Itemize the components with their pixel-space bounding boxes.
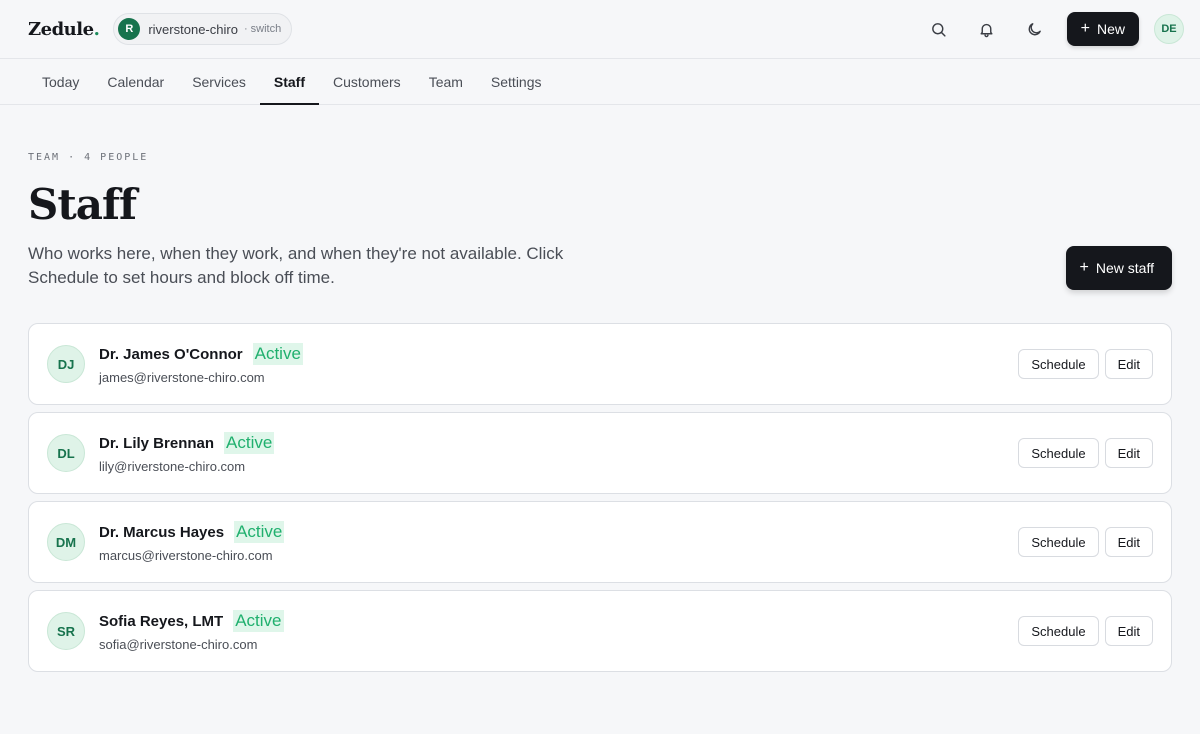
app-logo[interactable]: Zedule. [28,18,100,40]
new-button-label: New [1096,21,1125,37]
staff-name: Dr. James O'Connor [99,345,243,363]
staff-actions: Schedule Edit [1012,413,1153,493]
tab-today[interactable]: Today [28,59,93,104]
staff-actions: Schedule Edit [1012,591,1153,671]
staff-row: SR Sofia Reyes, LMT Active sofia@riverst… [28,590,1172,672]
edit-button[interactable]: Edit [1104,616,1153,646]
staff-name: Dr. Lily Brennan [99,434,215,452]
staff-name: Dr. Marcus Hayes [99,523,225,541]
tab-services[interactable]: Services [178,59,260,104]
top-bar-actions: + New DE [909,0,1184,58]
search-button[interactable] [921,11,957,47]
tab-team[interactable]: Team [415,59,477,104]
status-badge: Active [224,432,275,454]
schedule-button[interactable]: Schedule [1018,349,1099,379]
org-switcher[interactable]: R riverstone-chiro · switch [113,13,293,45]
top-bar: Zedule. R riverstone-chiro · switch + Ne… [0,0,1200,58]
user-avatar[interactable]: DE [1154,14,1184,44]
tab-staff[interactable]: Staff [259,59,320,105]
staff-info: Dr. Marcus Hayes Active marcus@riverston… [99,521,285,563]
status-badge: Active [234,521,285,543]
plus-icon: + [1079,259,1089,276]
staff-email: marcus@riverstone-chiro.com [99,548,273,563]
staff-info: Dr. Lily Brennan Active lily@riverstone-… [99,432,275,474]
staff-email: james@riverstone-chiro.com [99,370,265,385]
staff-name: Sofia Reyes, LMT [99,612,224,630]
edit-button[interactable]: Edit [1104,349,1153,379]
page-eyebrow: TEAM · 4 PEOPLE [28,152,149,163]
tab-calendar[interactable]: Calendar [93,59,178,104]
staff-actions: Schedule Edit [1012,502,1153,582]
new-staff-button-label: New staff [1095,260,1154,276]
logo-dot: . [93,18,100,40]
notifications-button[interactable] [969,11,1005,47]
staff-email: sofia@riverstone-chiro.com [99,637,258,652]
main-nav-tabs: Today Calendar Services Staff Customers … [0,58,1200,105]
avatar: DJ [47,345,85,383]
avatar: SR [47,612,85,650]
status-badge: Active [233,610,284,632]
org-switch-label: · switch [243,23,282,35]
schedule-button[interactable]: Schedule [1018,527,1099,557]
tab-settings[interactable]: Settings [477,59,556,104]
search-icon [932,22,946,37]
staff-row: DJ Dr. James O'Connor Active james@river… [28,323,1172,405]
status-badge: Active [252,343,303,365]
tab-customers[interactable]: Customers [319,59,415,104]
org-avatar: R [118,18,141,40]
plus-icon: + [1080,20,1090,37]
edit-button[interactable]: Edit [1104,527,1153,557]
logo-text: Zedule [28,18,94,40]
staff-info: Sofia Reyes, LMT Active sofia@riverstone… [99,610,284,652]
staff-row: DM Dr. Marcus Hayes Active marcus@rivers… [28,501,1172,583]
avatar: DL [47,434,85,472]
page-description: Who works here, when they work, and when… [28,244,564,287]
moon-icon [1028,22,1042,35]
new-button[interactable]: + New [1066,12,1139,46]
page-title: Staff [28,180,137,229]
staff-row: DL Dr. Lily Brennan Active lily@riversto… [28,412,1172,494]
bell-icon [980,23,993,37]
staff-email: lily@riverstone-chiro.com [99,459,246,474]
staff-actions: Schedule Edit [1012,324,1153,404]
staff-info: Dr. James O'Connor Active james@riversto… [99,343,303,385]
new-staff-button[interactable]: + New staff [1065,246,1172,290]
theme-toggle-button[interactable] [1017,11,1053,47]
staff-list: DJ Dr. James O'Connor Active james@river… [28,323,1172,679]
org-name: riverstone-chiro [148,21,238,37]
edit-button[interactable]: Edit [1104,438,1153,468]
avatar: DM [47,523,85,561]
schedule-button[interactable]: Schedule [1018,438,1099,468]
schedule-button[interactable]: Schedule [1018,616,1099,646]
